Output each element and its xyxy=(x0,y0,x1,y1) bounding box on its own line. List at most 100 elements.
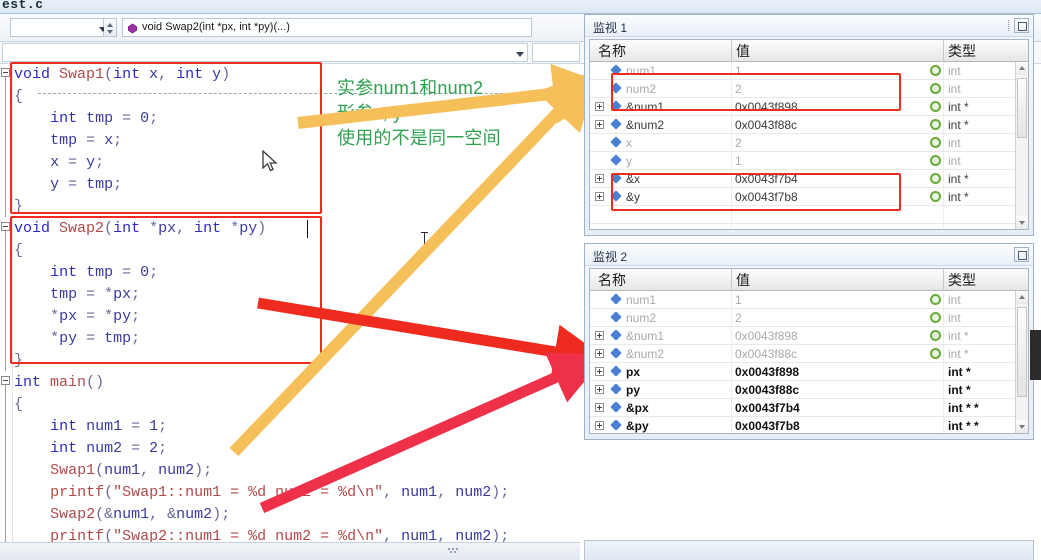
watch-row[interactable]: &py 0x0043f7b8 int * * xyxy=(590,417,1015,433)
code-line[interactable]: printf("Swap1::num1 = %d num2 = %d\n", n… xyxy=(14,482,580,504)
watch-row[interactable]: num1 1 int xyxy=(590,62,1015,80)
scroll-down-icon[interactable] xyxy=(1016,216,1028,229)
code-line[interactable]: void Swap2(int *px, int *py) xyxy=(14,218,580,240)
refresh-icon[interactable] xyxy=(930,294,941,305)
watch-row[interactable]: &num2 0x0043f88c int * xyxy=(590,116,1015,134)
scroll-up-icon[interactable] xyxy=(1016,291,1028,304)
restore-window-icon[interactable] xyxy=(1014,247,1029,262)
expand-icon[interactable] xyxy=(595,331,604,340)
watch-row[interactable]: num2 2 int xyxy=(590,309,1015,327)
watch-row-value[interactable]: 0x0043f7b8 xyxy=(735,419,800,433)
editor-secondary-combo[interactable] xyxy=(532,43,580,62)
code-line[interactable]: y = tmp; xyxy=(14,174,580,196)
watch1-grid[interactable]: 名称 值 类型 num1 1 int num2 2 int &num1 0x0043f898 i… xyxy=(589,39,1029,230)
refresh-icon[interactable] xyxy=(930,348,941,359)
watch-row[interactable]: &y 0x0043f7b8 int * xyxy=(590,188,1015,206)
resize-grip-icon[interactable] xyxy=(448,548,462,553)
watch2-col-value[interactable]: 值 xyxy=(736,270,750,290)
code-line[interactable]: { xyxy=(14,240,580,262)
function-combo[interactable]: void Swap2(int *px, int *py)(...) xyxy=(122,18,532,37)
editor-scope-combo[interactable] xyxy=(2,43,528,62)
expand-icon[interactable] xyxy=(595,192,604,201)
code-line[interactable]: int num1 = 1; xyxy=(14,416,580,438)
watch-row[interactable]: num1 1 int xyxy=(590,291,1015,309)
code-line[interactable]: Swap1(num1, num2); xyxy=(14,460,580,482)
watch-row[interactable]: &num2 0x0043f88c int * xyxy=(590,345,1015,363)
scroll-up-icon[interactable] xyxy=(1016,62,1028,75)
code-line[interactable]: int num2 = 2; xyxy=(14,438,580,460)
watch-row-value[interactable]: 0x0043f898 xyxy=(735,329,798,343)
fold-toggle-swap1[interactable] xyxy=(1,68,10,77)
refresh-icon[interactable] xyxy=(930,101,941,112)
watch-panel-1[interactable]: 监视 1 名称 值 类型 num1 1 int num2 2 int &num1 0x0043… xyxy=(584,14,1034,236)
watch-row[interactable]: x 2 int xyxy=(590,134,1015,152)
watch-row-value[interactable]: 0x0043f7b8 xyxy=(735,190,798,204)
code-line[interactable]: int main() xyxy=(14,372,580,394)
watch2-rows[interactable]: num1 1 int num2 2 int &num1 0x0043f898 int * &num… xyxy=(590,291,1015,433)
watch-row-value[interactable]: 1 xyxy=(735,293,742,307)
expand-icon[interactable] xyxy=(595,421,604,430)
expand-icon[interactable] xyxy=(595,102,604,111)
code-line[interactable]: int tmp = 0; xyxy=(14,262,580,284)
watch-row-value[interactable]: 1 xyxy=(735,64,742,78)
code-line[interactable]: printf("Swap2::num1 = %d num2 = %d\n", n… xyxy=(14,526,580,542)
expand-icon[interactable] xyxy=(595,403,604,412)
watch-row-value[interactable]: 0x0043f7b4 xyxy=(735,401,800,415)
watch2-scrollbar[interactable] xyxy=(1015,291,1028,433)
code-line[interactable]: *px = *py; xyxy=(14,306,580,328)
expand-icon[interactable] xyxy=(595,367,604,376)
watch-panel-2[interactable]: 监视 2 名称 值 类型 num1 1 int num2 2 int &num1 0x0043… xyxy=(584,243,1034,440)
watch-row-value[interactable]: 0x0043f898 xyxy=(735,365,799,379)
watch-row[interactable]: &num1 0x0043f898 int * xyxy=(590,327,1015,345)
scrollbar-thumb[interactable] xyxy=(1017,78,1027,138)
refresh-icon[interactable] xyxy=(930,191,941,202)
refresh-icon[interactable] xyxy=(930,312,941,323)
refresh-icon[interactable] xyxy=(930,137,941,148)
watch-row[interactable]: num2 2 int xyxy=(590,80,1015,98)
code-line[interactable]: tmp = *px; xyxy=(14,284,580,306)
watch-row-value[interactable]: 0x0043f88c xyxy=(735,347,797,361)
panel-grip[interactable] xyxy=(1008,20,1009,31)
code-line[interactable]: *py = tmp; xyxy=(14,328,580,350)
watch1-col-value[interactable]: 值 xyxy=(736,41,750,61)
watch-row[interactable]: &num1 0x0043f898 int * xyxy=(590,98,1015,116)
expand-icon[interactable] xyxy=(595,349,604,358)
watch1-col-name[interactable]: 名称 xyxy=(598,41,626,61)
refresh-icon[interactable] xyxy=(930,119,941,130)
watch2-grid[interactable]: 名称 值 类型 num1 1 int num2 2 int &num1 0x0043f898 i… xyxy=(589,268,1029,434)
code-line[interactable]: Swap2(&num1, &num2); xyxy=(14,504,580,526)
code-line[interactable]: x = y; xyxy=(14,152,580,174)
scrollbar-thumb[interactable] xyxy=(1017,307,1027,397)
watch-row-value[interactable]: 0x0043f898 xyxy=(735,100,798,114)
scope-combo[interactable] xyxy=(10,18,107,37)
watch-row-value[interactable]: 2 xyxy=(735,136,742,150)
watch-row-value[interactable]: 0x0043f88c xyxy=(735,118,797,132)
watch1-scrollbar[interactable] xyxy=(1015,62,1028,229)
refresh-icon[interactable] xyxy=(930,155,941,166)
watch-row-value[interactable]: 2 xyxy=(735,82,742,96)
code-line[interactable]: { xyxy=(14,394,580,416)
watch-row[interactable] xyxy=(590,206,1015,224)
refresh-icon[interactable] xyxy=(930,65,941,76)
watch1-col-type[interactable]: 类型 xyxy=(948,41,976,61)
watch-row-value[interactable]: 1 xyxy=(735,154,742,168)
refresh-icon[interactable] xyxy=(930,330,941,341)
tab-test-c[interactable]: est.c xyxy=(2,0,44,12)
watch1-rows[interactable]: num1 1 int num2 2 int &num1 0x0043f898 int * &num… xyxy=(590,62,1015,229)
restore-window-icon[interactable] xyxy=(1014,18,1029,33)
watch-row[interactable]: y 1 int xyxy=(590,152,1015,170)
chevron-down-icon[interactable] xyxy=(516,52,524,57)
expand-icon[interactable] xyxy=(595,120,604,129)
fold-toggle-main[interactable] xyxy=(1,376,10,385)
watch-row-value[interactable]: 0x0043f7b4 xyxy=(735,172,798,186)
code-line[interactable]: } xyxy=(14,196,580,218)
refresh-icon[interactable] xyxy=(930,83,941,94)
refresh-icon[interactable] xyxy=(930,173,941,184)
watch-row-value[interactable]: 0x0043f88c xyxy=(735,383,799,397)
watch-row[interactable]: py 0x0043f88c int * xyxy=(590,381,1015,399)
watch-row[interactable]: px 0x0043f898 int * xyxy=(590,363,1015,381)
expand-icon[interactable] xyxy=(595,174,604,183)
spinner-up-down-icon[interactable] xyxy=(104,18,117,37)
watch2-col-type[interactable]: 类型 xyxy=(948,270,976,290)
fold-toggle-swap2[interactable] xyxy=(1,222,10,231)
